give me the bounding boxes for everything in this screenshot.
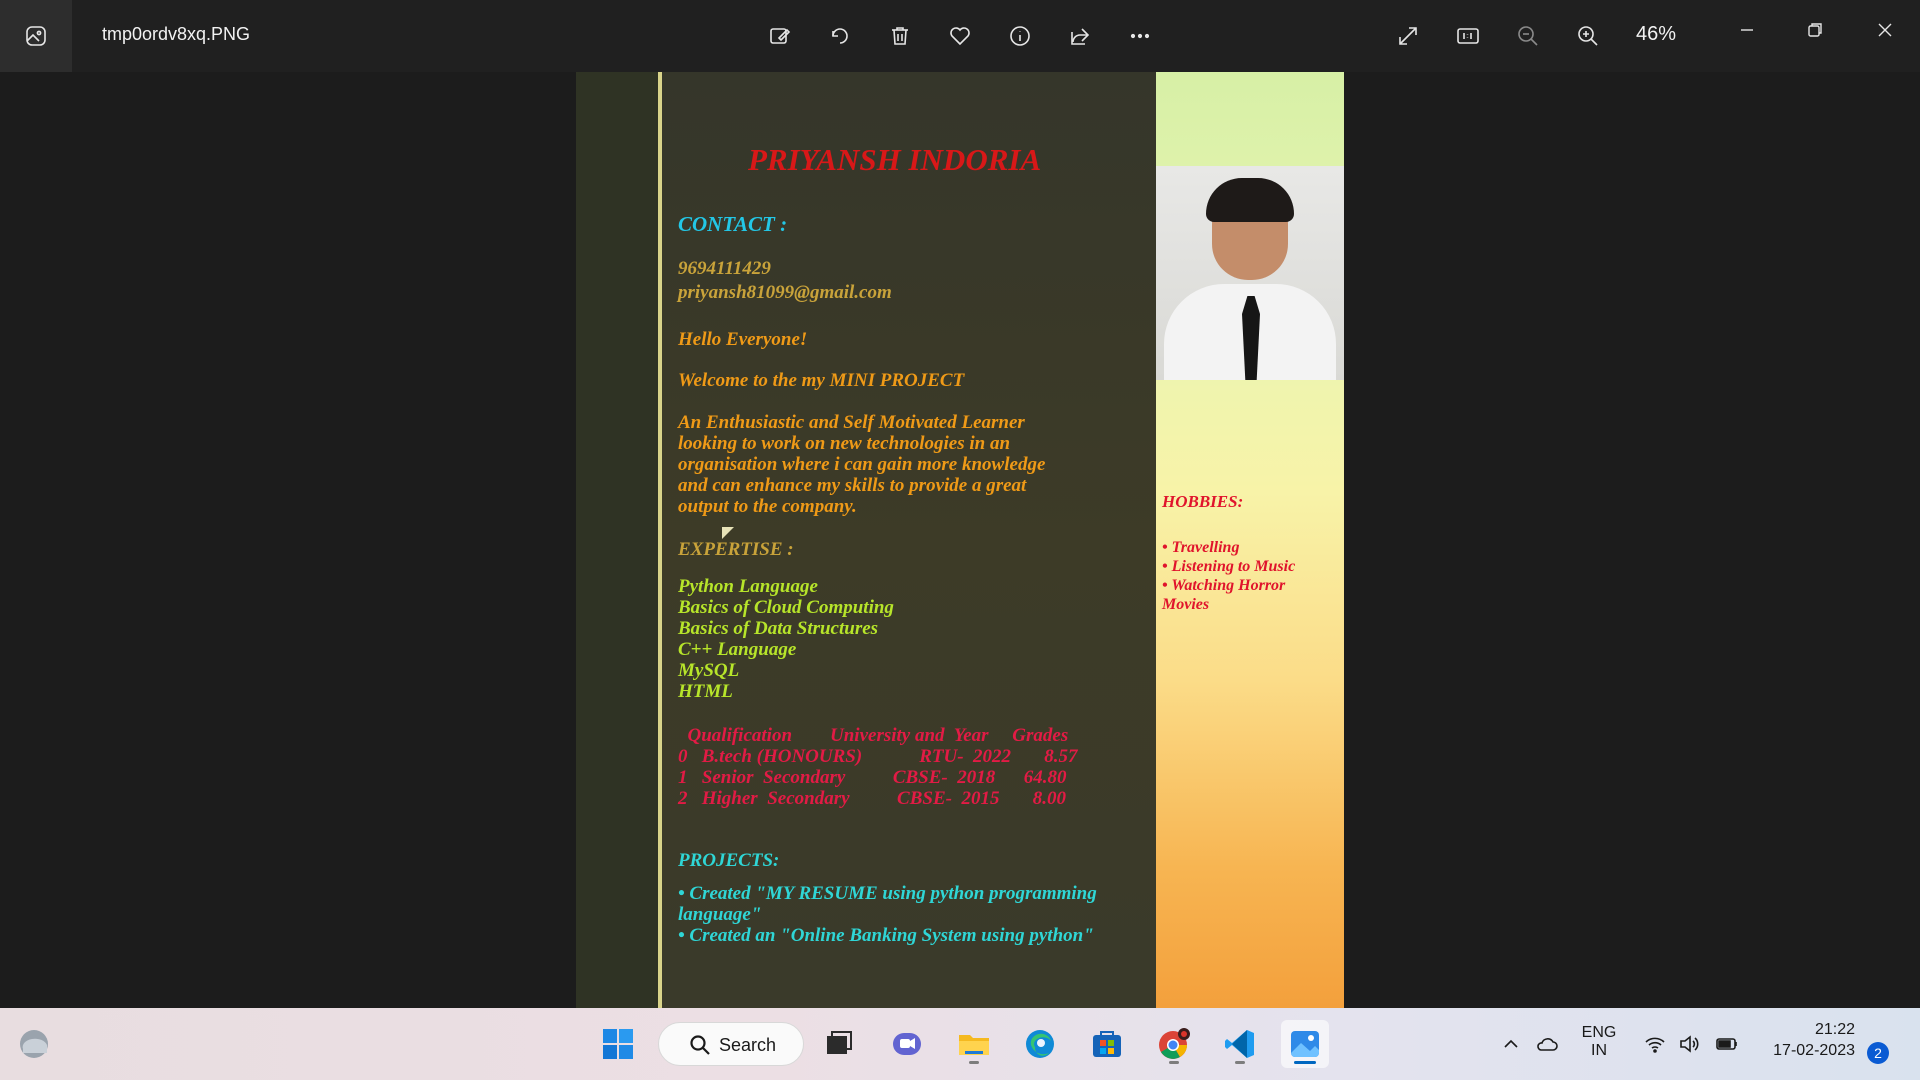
- zoom-in-icon[interactable]: [1570, 18, 1606, 54]
- info-icon[interactable]: [1002, 18, 1038, 54]
- actual-size-icon[interactable]: [1450, 18, 1486, 54]
- onedrive-cloud-icon[interactable]: [1536, 1033, 1558, 1060]
- notification-badge[interactable]: 2: [1867, 1042, 1889, 1064]
- hobbies-heading: HOBBIES:: [1162, 492, 1244, 511]
- more-icon[interactable]: [1122, 18, 1158, 54]
- edit-image-icon[interactable]: [762, 18, 798, 54]
- chat-icon[interactable]: [883, 1020, 931, 1068]
- resume-side-strip: [576, 72, 658, 1008]
- greeting-text: Hello Everyone!: [678, 329, 808, 350]
- wifi-icon[interactable]: [1644, 1033, 1666, 1060]
- restore-button[interactable]: [1790, 10, 1840, 50]
- running-indicator: [1169, 1061, 1179, 1064]
- close-icon: [1878, 23, 1892, 37]
- edge-icon[interactable]: [1016, 1020, 1064, 1068]
- battery-icon[interactable]: [1716, 1033, 1738, 1060]
- task-view-icon[interactable]: [815, 1020, 863, 1068]
- store-icon[interactable]: [1083, 1020, 1131, 1068]
- project-item: • Created an "Online Banking System usin…: [678, 925, 1094, 946]
- volume-icon[interactable]: [1678, 1033, 1700, 1060]
- fullscreen-icon[interactable]: [1390, 18, 1426, 54]
- rotate-icon[interactable]: [822, 18, 858, 54]
- projects-heading: PROJECTS:: [678, 850, 780, 871]
- chevron-up-icon[interactable]: [1500, 1033, 1522, 1060]
- resume-main-panel: [576, 72, 1156, 1008]
- qualification-row: 1 Senior Secondary CBSE- 2018 64.80: [678, 767, 1067, 788]
- zoom-level[interactable]: 46%: [1636, 23, 1676, 46]
- mouse-cursor-icon: [722, 527, 734, 539]
- share-icon[interactable]: [1062, 18, 1098, 54]
- photos-app-button[interactable]: [0, 0, 72, 72]
- contact-email: priyansh81099@gmail.com: [678, 282, 892, 303]
- qualification-header: Qualification University and Year Grades: [678, 725, 1069, 746]
- widgets-icon[interactable]: [10, 1020, 58, 1068]
- resume-image: PRIYANSH INDORIA CONTACT : 9694111429 pr…: [576, 72, 1344, 1008]
- file-name: tmp0ordv8xq.PNG: [102, 24, 251, 44]
- running-indicator: [969, 1061, 979, 1064]
- delete-icon[interactable]: [882, 18, 918, 54]
- search-box[interactable]: Search: [658, 1022, 804, 1066]
- summary-text: An Enthusiastic and Self Motivated Learn…: [678, 412, 1046, 517]
- hobby-item: • Watching Horror Movies: [1162, 577, 1286, 613]
- resume-divider-line: [658, 72, 662, 1008]
- vscode-icon[interactable]: [1216, 1020, 1264, 1068]
- expertise-heading: EXPERTISE :: [678, 539, 794, 560]
- expertise-item: C++ Language: [678, 639, 797, 660]
- start-icon[interactable]: [594, 1020, 642, 1068]
- title-bar: tmp0ordv8xq.PNG 46%: [0, 0, 1920, 72]
- search-icon: [690, 1035, 710, 1055]
- expertise-item: Basics of Data Structures: [678, 618, 879, 639]
- hobby-item: • Travelling: [1162, 539, 1240, 556]
- language-code: ENG: [1581, 1024, 1617, 1041]
- zoom-out-icon[interactable]: [1510, 18, 1546, 54]
- expertise-item: MySQL: [678, 660, 740, 681]
- clock-time: 21:22: [1814, 1021, 1855, 1038]
- taskbar: Search ENG IN 21:22 17-02-2023 2: [0, 1008, 1920, 1080]
- expertise-item: HTML: [678, 681, 733, 702]
- hobby-item: • Listening to Music: [1162, 558, 1296, 575]
- expertise-item: Python Language: [678, 576, 818, 597]
- clock[interactable]: 21:22 17-02-2023: [1757, 1021, 1855, 1060]
- qualification-row: 2 Higher Secondary CBSE- 2015 8.00: [678, 788, 1066, 809]
- active-indicator: [1294, 1061, 1316, 1064]
- search-label: Search: [719, 1035, 777, 1055]
- photos-icon[interactable]: [1281, 1020, 1329, 1068]
- running-indicator: [1235, 1061, 1245, 1064]
- profile-photo: [1156, 166, 1344, 380]
- close-button[interactable]: [1860, 10, 1910, 50]
- region-code: IN: [1591, 1042, 1607, 1059]
- welcome-text: Welcome to the my MINI PROJECT: [678, 370, 965, 391]
- file-explorer-icon[interactable]: [950, 1020, 998, 1068]
- qualification-row: 0 B.tech (HONOURS) RTU- 2022 8.57: [678, 746, 1078, 767]
- language-indicator[interactable]: ENG IN: [1581, 1024, 1617, 1060]
- project-item: • Created "MY RESUME using python progra…: [678, 883, 1097, 925]
- restore-icon: [1808, 23, 1822, 37]
- favorite-icon[interactable]: [942, 18, 978, 54]
- contact-phone: 9694111429: [678, 258, 771, 279]
- contact-heading: CONTACT :: [678, 212, 788, 236]
- chrome-icon[interactable]: [1150, 1020, 1198, 1068]
- photos-app-icon: [26, 26, 46, 46]
- resume-name: PRIYANSH INDORIA: [748, 142, 1042, 177]
- minimize-icon: [1741, 29, 1753, 31]
- expertise-item: Basics of Cloud Computing: [678, 597, 894, 618]
- image-viewer: PRIYANSH INDORIA CONTACT : 9694111429 pr…: [0, 72, 1920, 1008]
- minimize-button[interactable]: [1722, 10, 1772, 50]
- clock-date: 17-02-2023: [1773, 1042, 1855, 1059]
